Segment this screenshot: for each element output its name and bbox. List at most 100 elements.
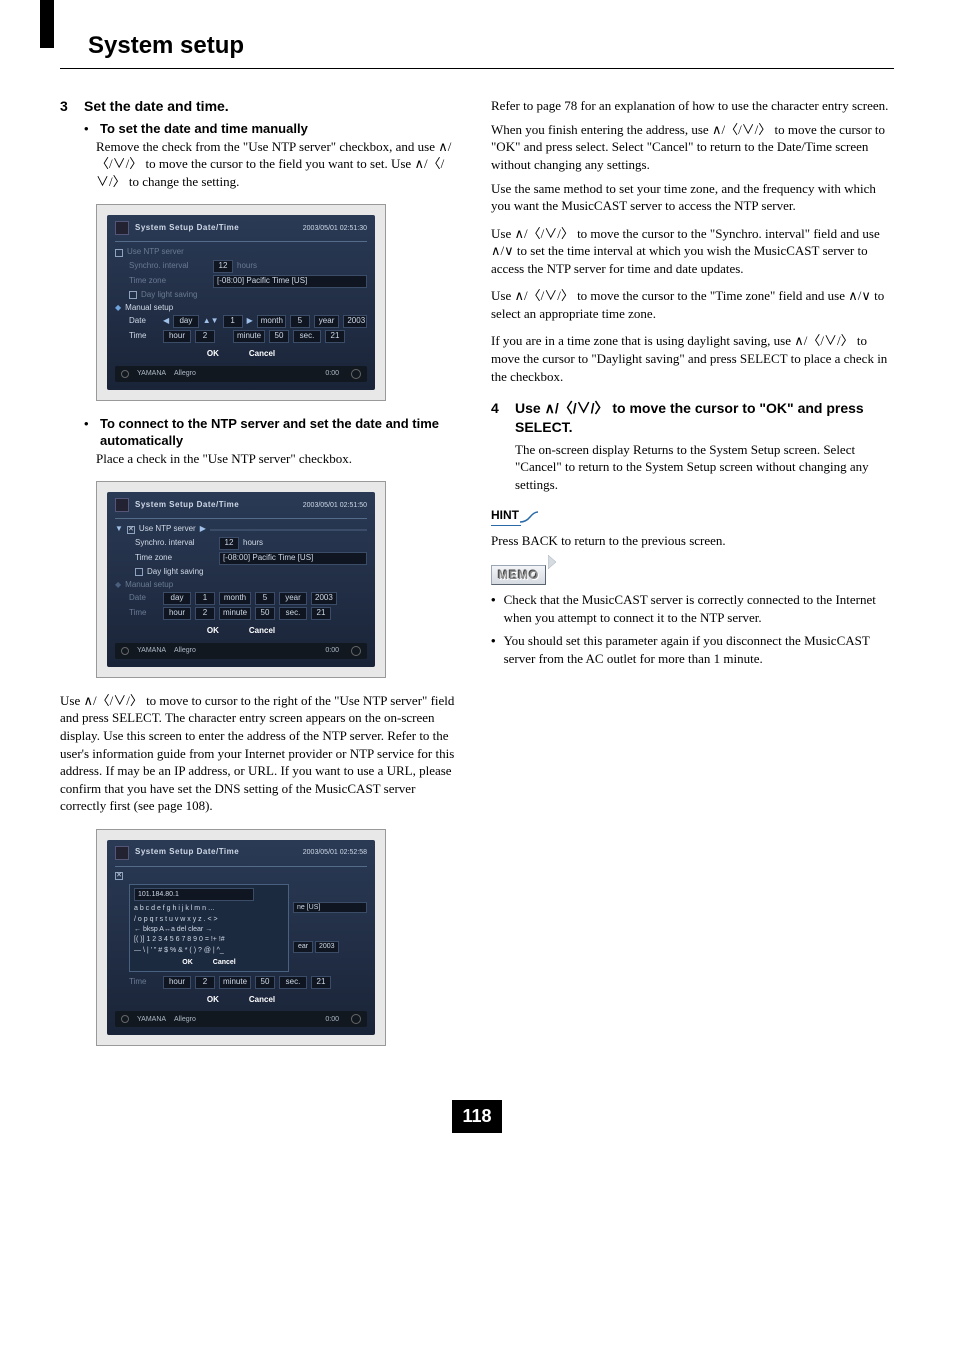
year-value[interactable]: 2003 (343, 315, 367, 328)
page-number: 118 (452, 1100, 502, 1132)
char-cancel-button[interactable]: Cancel (213, 958, 236, 967)
page-title: System setup (88, 30, 894, 62)
pause-icon (351, 646, 361, 656)
synchro-label: Synchro. interval (135, 538, 215, 549)
time-label: Time (129, 608, 159, 619)
screen-timestamp: 2003/05/01 02:51:30 (303, 224, 367, 233)
daylight-label: Day light saving (141, 290, 197, 301)
day-value[interactable]: 1 (223, 315, 243, 328)
minute-label: minute (219, 607, 251, 620)
screen-cancel-button[interactable]: Cancel (249, 349, 275, 360)
ntp-checkbox-checked[interactable] (127, 526, 135, 534)
title-rule (60, 68, 894, 69)
screen-logo-icon (115, 221, 129, 235)
screen-1-inner: System Setup Date/Time 2003/05/01 02:51:… (107, 215, 375, 389)
sec-label: sec. (279, 976, 307, 989)
memo-label: MEMO (491, 565, 546, 585)
step-4-header: 4 Use ∧/〈/∨/〉 to move the cursor to "OK"… (491, 399, 894, 437)
char-row-4[interactable]: [( )] 1 2 3 4 5 6 7 8 9 0 = !+ !# (134, 935, 284, 944)
sec-value[interactable]: 21 (325, 330, 345, 343)
left-column: 3 Set the date and time. • To set the da… (60, 97, 463, 1060)
daylight-checkbox[interactable] (135, 568, 143, 576)
tz-partial: ne [US] (293, 902, 367, 913)
foot-track: Allegro (174, 646, 196, 655)
sec-value: 21 (311, 976, 331, 989)
memo-tail-icon (548, 555, 558, 569)
month-value[interactable]: 5 (290, 315, 310, 328)
year-label: year (314, 315, 340, 328)
hint-badge: HINT (491, 507, 538, 525)
step-number: 4 (491, 399, 505, 437)
tz-label: Time zone (129, 276, 209, 287)
screen-ok-button[interactable]: OK (207, 626, 219, 637)
char-row-1[interactable]: a b c d e f g h i j k l m n … (134, 904, 284, 913)
pause-icon (351, 1014, 361, 1024)
minute-value[interactable]: 50 (269, 330, 289, 343)
foot-logo-icon (121, 1015, 129, 1023)
two-column-layout: 3 Set the date and time. • To set the da… (60, 97, 894, 1060)
right-p3: Use the same method to set your time zon… (491, 180, 894, 215)
time-label: Time (129, 331, 159, 342)
year-value: 2003 (311, 592, 337, 605)
ntp-address-field[interactable] (210, 529, 367, 531)
step-4-body: The on-screen display Returns to the Sys… (515, 441, 894, 494)
foot-logo-icon (121, 647, 129, 655)
ntp-checkbox-checked[interactable] (115, 872, 123, 880)
memo-list: Check that the MusicCAST server is corre… (491, 591, 894, 667)
memo-badge-wrap: MEMO (491, 555, 894, 591)
daylight-checkbox[interactable] (129, 291, 137, 299)
char-row-3[interactable]: ← bksp A↔a del clear → (134, 925, 284, 934)
screen-ok-button[interactable]: OK (207, 349, 219, 360)
hour-value[interactable]: 2 (195, 330, 215, 343)
hours-value[interactable]: 12 (219, 537, 239, 550)
screen-logo-icon (115, 846, 129, 860)
right-p6: If you are in a time zone that is using … (491, 332, 894, 385)
foot-brand: YAMANA (137, 1015, 166, 1024)
character-entry-popup[interactable]: 101.184.80.1 a b c d e f g h i j k l m n… (129, 884, 289, 972)
tz-value[interactable]: [-08:00] Pacific Time [US] (219, 552, 367, 565)
right-p5: Use ∧/〈/∨/〉 to move the cursor to the "T… (491, 287, 894, 322)
tz-value[interactable]: [-08:00] Pacific Time [US] (213, 275, 367, 288)
char-ok-button[interactable]: OK (182, 958, 193, 967)
day-label: day (163, 592, 191, 605)
screen-timestamp: 2003/05/01 02:51:50 (303, 501, 367, 510)
memo-item-1: Check that the MusicCAST server is corre… (504, 591, 894, 626)
screen-2-inner: System Setup Date/Time 2003/05/01 02:51:… (107, 492, 375, 666)
hours-label: hours (237, 261, 257, 272)
hour-label: hour (163, 976, 191, 989)
hint-tail-icon (520, 511, 538, 523)
hours-value[interactable]: 12 (213, 260, 233, 273)
screen-logo-icon (115, 498, 129, 512)
ear-label: ear (293, 941, 313, 952)
screen-cancel-button[interactable]: Cancel (249, 626, 275, 637)
minute-value: 50 (255, 607, 275, 620)
bullet-dot: • (84, 415, 92, 450)
minute-label: minute (219, 976, 251, 989)
bullet-manual: • To set the date and time manually (84, 120, 463, 138)
step-number: 3 (60, 97, 74, 116)
manual-heading: To set the date and time manually (100, 120, 308, 138)
ntp-body1: Place a check in the "Use NTP server" ch… (96, 450, 463, 468)
ntp-heading: To connect to the NTP server and set the… (100, 415, 463, 450)
step-title: Set the date and time. (84, 97, 229, 116)
char-row-5[interactable]: — \ | ' " # $ % & * ( ) ? @ | ^_ (134, 946, 284, 955)
ntp-checkbox[interactable] (115, 249, 123, 257)
sec-label: sec. (293, 330, 321, 343)
hint-label: HINT (491, 507, 521, 525)
address-input[interactable]: 101.184.80.1 (134, 888, 254, 901)
foot-track: Allegro (174, 369, 196, 378)
minute-label: minute (233, 330, 265, 343)
foot-logo-icon (121, 370, 129, 378)
right-p2: When you finish entering the address, us… (491, 121, 894, 174)
screen-breadcrumb: System Setup Date/Time (135, 847, 239, 858)
foot-time: 0:00 (325, 369, 339, 378)
step-title: Use ∧/〈/∨/〉 to move the cursor to "OK" a… (515, 399, 894, 437)
year-label: year (279, 592, 307, 605)
char-row-2[interactable]: / o p q r s t u v w x y z . < > (134, 915, 284, 924)
month-value: 5 (255, 592, 275, 605)
hour-value: 2 (195, 976, 215, 989)
screen-breadcrumb: System Setup Date/Time (135, 223, 239, 234)
time-label: Time (129, 977, 159, 988)
screen-ok-button[interactable]: OK (207, 995, 219, 1006)
screen-cancel-button[interactable]: Cancel (249, 995, 275, 1006)
